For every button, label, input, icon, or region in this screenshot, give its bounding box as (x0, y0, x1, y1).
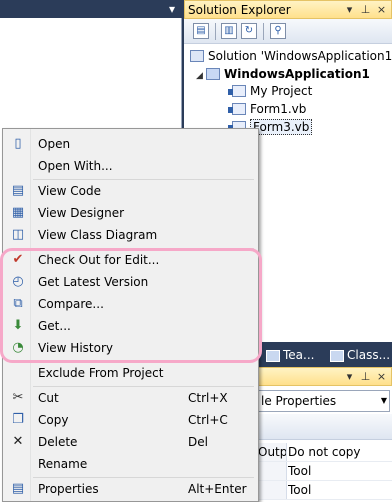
solution-explorer-title: Solution Explorer (188, 3, 291, 17)
close-icon[interactable]: × (374, 2, 389, 17)
properties-icon: ▤ (11, 481, 25, 496)
properties-panel: ▾ ⊥ × le Properties ▼ Outp Do not copy T… (258, 367, 392, 502)
toolbar-separator (263, 23, 264, 40)
property-name: Outp (258, 443, 287, 461)
properties-toolbar-icon[interactable]: ▤ (193, 23, 209, 39)
my-project-icon (228, 84, 246, 97)
scissors-icon: ✂ (12, 390, 24, 405)
editor-tab-bar: ▾ (0, 0, 182, 18)
menu-item-properties[interactable]: ▤ Properties Alt+Enter (5, 478, 256, 500)
tab-team-explorer[interactable]: Tea... (266, 346, 314, 364)
collapse-arrow-icon[interactable]: ◢ (196, 67, 206, 85)
property-row[interactable]: Tool (258, 481, 392, 500)
tree-node-label: Solution 'WindowsApplication1' (208, 49, 392, 63)
copy-icon: ❐ (12, 412, 24, 427)
menu-item-view-history[interactable]: ◔ View History (5, 337, 256, 359)
solution-explorer-titlebar: Solution Explorer ▾ ⊥ × (184, 0, 392, 19)
property-grid: Outp Do not copy Tool Tool (258, 443, 392, 502)
tree-node-label: My Project (250, 84, 313, 98)
properties-titlebar: ▾ ⊥ × (258, 367, 392, 386)
selected-object-label: le Properties (261, 394, 337, 408)
menu-item-view-designer[interactable]: ▦ View Designer (5, 202, 256, 224)
toolbar-separator (215, 23, 216, 40)
view-code-icon: ▤ (11, 183, 25, 198)
history-icon: ◔ (12, 340, 24, 355)
tree-node-label: Form1.vb (250, 102, 307, 116)
bottom-tool-tabs: Tea... Class... (258, 342, 392, 367)
compare-icon: ⧉ (13, 296, 23, 311)
class-view-icon (330, 349, 344, 362)
menu-item-open[interactable]: ▯ Open (5, 133, 256, 155)
menu-item-delete[interactable]: ✕ Delete Del (5, 431, 256, 453)
context-menu: ▯ Open Open With... ▤ View Code ▦ View D… (2, 128, 259, 502)
tree-node-form1[interactable]: Form1.vb (228, 100, 307, 118)
menu-item-open-with[interactable]: Open With... (5, 155, 256, 177)
tree-node-solution[interactable]: Solution 'WindowsApplication1' (190, 47, 392, 65)
pin-icon[interactable]: ▾ (164, 1, 180, 17)
menu-item-copy[interactable]: ❐ Copy Ctrl+C (5, 409, 256, 431)
tree-node-my-project[interactable]: My Project (228, 82, 313, 100)
menu-item-check-out-for-edit[interactable]: ✔ Check Out for Edit... (5, 249, 256, 271)
menu-item-cut[interactable]: ✂ Cut Ctrl+X (5, 387, 256, 409)
properties-object-selector[interactable]: le Properties ▼ (258, 390, 390, 412)
class-diagram-icon: ◫ (11, 227, 25, 242)
menu-item-get-latest-version[interactable]: ◴ Get Latest Version (5, 271, 256, 293)
tab-class-view[interactable]: Class... (330, 346, 390, 364)
property-name (258, 481, 287, 499)
close-icon[interactable]: × (374, 369, 389, 384)
auto-hide-pin-icon[interactable]: ⊥ (358, 2, 373, 17)
tree-node-label: Form3.vb (250, 119, 313, 135)
window-position-dropdown-icon[interactable]: ▾ (342, 369, 357, 384)
open-file-icon: ▯ (14, 136, 22, 151)
view-designer-icon: ▦ (11, 205, 25, 220)
solution-icon (190, 49, 204, 62)
property-value[interactable]: Tool (288, 481, 392, 499)
tree-node-project[interactable]: ◢ WindowsApplication1 (196, 65, 370, 83)
property-value[interactable]: Tool (288, 462, 392, 480)
show-all-files-icon[interactable]: ▥ (221, 23, 237, 39)
class-view-toolbar-icon[interactable]: ⚲ (270, 23, 286, 39)
menu-item-view-class-diagram[interactable]: ◫ View Class Diagram (5, 224, 256, 246)
property-name (258, 462, 287, 480)
project-icon (206, 67, 220, 80)
checkmark-icon: ✔ (12, 252, 24, 267)
team-explorer-icon (266, 349, 280, 362)
menu-item-exclude-from-project[interactable]: Exclude From Project (5, 362, 256, 384)
properties-toolbar (258, 414, 392, 440)
chevron-down-icon: ▼ (380, 396, 387, 405)
solution-explorer-toolbar: ▤ ▥ ↻ ⚲ (184, 19, 392, 44)
get-latest-icon: ◴ (12, 274, 24, 289)
property-row[interactable]: Tool (258, 462, 392, 481)
tree-node-label: WindowsApplication1 (224, 67, 370, 81)
refresh-icon[interactable]: ↻ (241, 23, 257, 39)
form-file-icon (228, 102, 246, 115)
property-row[interactable]: Outp Do not copy (258, 443, 392, 462)
property-value[interactable]: Do not copy (288, 443, 392, 461)
auto-hide-pin-icon[interactable]: ⊥ (358, 369, 373, 384)
menu-item-compare[interactable]: ⧉ Compare... (5, 293, 256, 315)
menu-item-rename[interactable]: Rename (5, 453, 256, 475)
menu-item-get[interactable]: ⬇ Get... (5, 315, 256, 337)
window-position-dropdown-icon[interactable]: ▾ (342, 2, 357, 17)
get-icon: ⬇ (12, 318, 24, 333)
delete-x-icon: ✕ (12, 434, 24, 449)
menu-item-view-code[interactable]: ▤ View Code (5, 180, 256, 202)
